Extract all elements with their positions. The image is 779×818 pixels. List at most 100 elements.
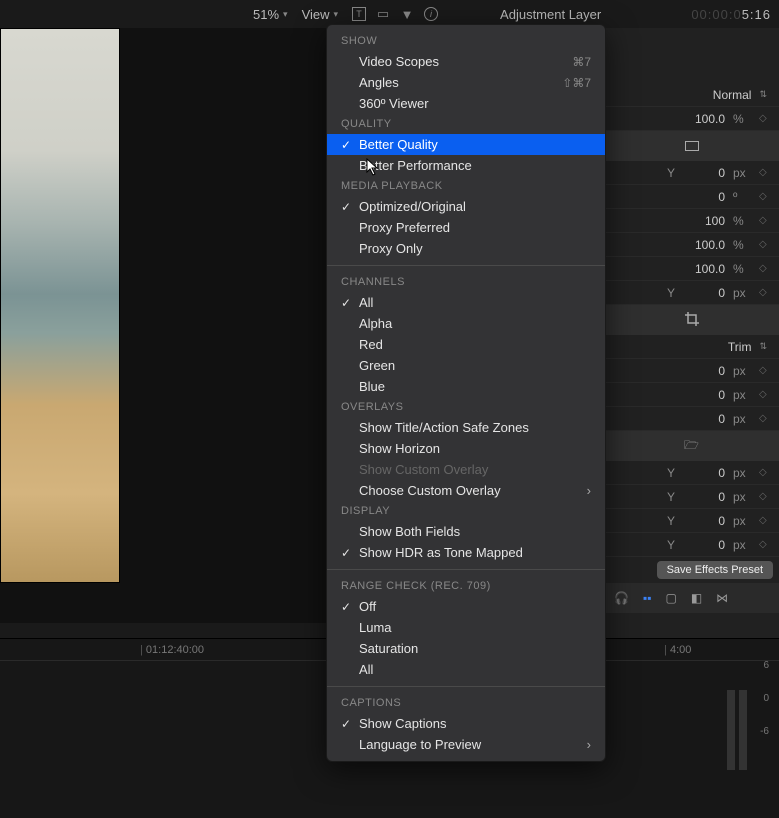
menu-item[interactable]: Alpha (327, 313, 605, 334)
skimming-icon[interactable]: ⋈ (716, 591, 728, 605)
transform-header (604, 131, 779, 161)
menu-item[interactable]: Proxy Only (327, 238, 605, 259)
trim-label: Trim (728, 340, 752, 354)
keyframe-icon[interactable]: ◇ (759, 287, 767, 298)
menu-item[interactable]: Angles ⇧⌘7 (327, 72, 605, 93)
menu-item-label: Red (359, 337, 383, 352)
keyframe-icon[interactable]: ◇ (759, 167, 767, 178)
menu-item[interactable]: All (327, 659, 605, 680)
menu-item[interactable]: Language to Preview › (327, 734, 605, 755)
trim-rows: 0 px ◇ 0 px ◇ 0 px ◇ (604, 359, 779, 431)
inspector-value-row[interactable]: 100 % ◇ (604, 209, 779, 233)
view-dropdown[interactable]: View ▾ (302, 7, 338, 22)
menu-item[interactable]: Luma (327, 617, 605, 638)
menu-item[interactable]: ✓ Off (327, 596, 605, 617)
menu-item-label: Luma (359, 620, 392, 635)
keyframe-icon[interactable]: ◇ (759, 215, 767, 226)
menu-item[interactable]: Saturation (327, 638, 605, 659)
zoom-value: 51% (253, 7, 279, 22)
inspector-value-row[interactable]: 100.0 % ◇ (604, 257, 779, 281)
menu-section-header: CHANNELS (327, 272, 605, 292)
keyframe-icon[interactable]: ◇ (759, 239, 767, 250)
menu-item[interactable]: Show Horizon (327, 438, 605, 459)
keyframe-icon[interactable]: ◇ (759, 263, 767, 274)
headphones-icon[interactable]: 🎧 (614, 591, 629, 605)
menu-item[interactable]: Choose Custom Overlay › (327, 480, 605, 501)
menu-item[interactable]: ✓ All (327, 292, 605, 313)
info-icon[interactable]: i (424, 7, 438, 21)
keyframe-icon[interactable]: ◇ (759, 491, 767, 502)
inspector-value-row[interactable]: Y 0 px ◇ (604, 509, 779, 533)
row-value: 0 (683, 466, 725, 480)
keyframe-icon[interactable]: ◇ (759, 191, 767, 202)
axis-label: Y (667, 514, 675, 528)
menu-item[interactable]: Proxy Preferred (327, 217, 605, 238)
text-overlay-icon[interactable]: T (352, 7, 366, 21)
menu-section-header: OVERLAYS (327, 397, 605, 417)
inspector-value-row[interactable]: 0 px ◇ (604, 407, 779, 431)
check-icon: ✓ (341, 546, 351, 560)
menu-section-header: CAPTIONS (327, 693, 605, 713)
row-unit: px (733, 364, 751, 378)
inspector-tabs: 🎧 ▪▪ ▢ ◧ ⋈ (604, 583, 779, 613)
blend-mode-row[interactable]: Normal ⇅ (604, 83, 779, 107)
filter-icon[interactable]: ▼ (400, 7, 414, 21)
chevron-right-icon: › (587, 737, 591, 752)
menu-item-label: Show Both Fields (359, 524, 460, 539)
inspector-value-row[interactable]: Y 0 px ◇ (604, 485, 779, 509)
inspector-value-row[interactable]: Y 0 px ◇ (604, 281, 779, 305)
zoom-dropdown[interactable]: 51% ▾ (253, 7, 288, 22)
inspector-value-row[interactable]: Y 0 px ◇ (604, 461, 779, 485)
menu-section-header: SHOW (327, 31, 605, 51)
keyframe-icon[interactable]: ◇ (759, 389, 767, 400)
menu-item[interactable]: ✓ Show Captions (327, 713, 605, 734)
menu-shortcut: ⌘7 (572, 55, 591, 69)
menu-item[interactable]: Show Title/Action Safe Zones (327, 417, 605, 438)
row-value: 100 (683, 214, 725, 228)
keyframe-icon[interactable]: ◇ (759, 467, 767, 478)
inspector-value-row[interactable]: 0 px ◇ (604, 383, 779, 407)
row-value: 0 (683, 166, 725, 180)
keyframe-icon[interactable]: ◇ (759, 539, 767, 550)
menu-item-label: 360º Viewer (359, 96, 429, 111)
row-value: 0 (683, 388, 725, 402)
menu-item[interactable]: Blue (327, 376, 605, 397)
save-effects-preset-button[interactable]: Save Effects Preset (657, 561, 773, 579)
menu-item[interactable]: ✓ Optimized/Original (327, 196, 605, 217)
menu-item[interactable]: Red (327, 334, 605, 355)
keyframe-icon[interactable]: ◇ (759, 515, 767, 526)
updown-icon: ⇅ (759, 89, 767, 100)
menu-item[interactable]: 360º Viewer (327, 93, 605, 114)
menu-item[interactable]: Show Both Fields (327, 521, 605, 542)
inspector-value-row[interactable]: 100.0 % ◇ (604, 233, 779, 257)
window-icon[interactable]: ◧ (691, 591, 702, 605)
row-unit: px (733, 286, 751, 300)
menu-section-header: MEDIA PLAYBACK (327, 176, 605, 196)
menu-item[interactable]: ✓ Better Quality (327, 134, 605, 155)
keyframe-icon[interactable]: ◇ (759, 365, 767, 376)
crop-icon (684, 311, 700, 330)
row-unit: px (733, 412, 751, 426)
trim-mode-row[interactable]: Trim ⇅ (604, 335, 779, 359)
inspector-value-row[interactable]: Y 0 px ◇ (604, 533, 779, 557)
keyframe-icon[interactable]: ◇ (759, 113, 767, 124)
row-value: 100.0 (683, 262, 725, 276)
ruler-tick: 4:00 (664, 644, 691, 656)
scopes-icon[interactable]: ▪▪ (643, 591, 652, 605)
menu-item[interactable]: Better Performance (327, 155, 605, 176)
menu-item-label: Better Performance (359, 158, 472, 173)
film-icon[interactable]: ▭ (376, 7, 390, 21)
menu-item-label: Video Scopes (359, 54, 439, 69)
menu-item[interactable]: ✓ Show HDR as Tone Mapped (327, 542, 605, 563)
row-unit: px (733, 490, 751, 504)
row-value: 0 (683, 514, 725, 528)
menu-item[interactable]: Green (327, 355, 605, 376)
inspector-value-row[interactable]: 0 px ◇ (604, 359, 779, 383)
screen-icon[interactable]: ▢ (665, 591, 676, 605)
keyframe-icon[interactable]: ◇ (759, 413, 767, 424)
inspector-value-row[interactable]: Y 0 px ◇ (604, 161, 779, 185)
menu-item[interactable]: Video Scopes ⌘7 (327, 51, 605, 72)
inspector-value-row[interactable]: 0 º ◇ (604, 185, 779, 209)
opacity-row[interactable]: 100.0 % ◇ (604, 107, 779, 131)
row-unit: px (733, 388, 751, 402)
